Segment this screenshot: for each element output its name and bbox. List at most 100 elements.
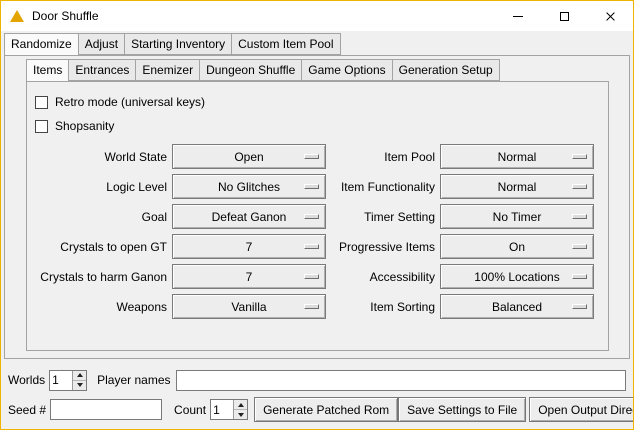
weapons-dropdown[interactable]: Vanilla xyxy=(172,294,326,319)
timer-setting-value: No Timer xyxy=(493,210,542,224)
seed-input[interactable] xyxy=(50,399,162,420)
maximize-icon xyxy=(560,12,569,21)
spin-up-icon xyxy=(238,403,244,407)
item-sorting-value: Balanced xyxy=(492,300,542,314)
menu-indicator-icon xyxy=(304,274,319,279)
player-names-label: Player names xyxy=(97,373,170,387)
crystals-ganon-label: Crystals to harm Ganon xyxy=(35,270,167,284)
logic-level-value: No Glitches xyxy=(218,180,280,194)
save-settings-button[interactable]: Save Settings to File xyxy=(398,397,526,422)
progressive-items-value: On xyxy=(509,240,525,254)
count-spinbox xyxy=(210,399,248,420)
menu-indicator-icon xyxy=(572,304,587,309)
menu-indicator-icon xyxy=(572,244,587,249)
menu-indicator-icon xyxy=(304,154,319,159)
weapons-label: Weapons xyxy=(35,300,167,314)
window-controls xyxy=(495,1,633,31)
open-output-button[interactable]: Open Output Directory xyxy=(529,397,634,422)
menu-indicator-icon xyxy=(304,214,319,219)
item-functionality-label: Item Functionality xyxy=(331,180,435,194)
spin-down-icon xyxy=(238,413,244,417)
spin-up-icon xyxy=(77,373,83,377)
count-label: Count xyxy=(174,403,206,417)
minimize-button[interactable] xyxy=(495,1,541,31)
tab-game-options[interactable]: Game Options xyxy=(301,59,392,81)
accessibility-dropdown[interactable]: 100% Locations xyxy=(440,264,594,289)
menu-indicator-icon xyxy=(572,274,587,279)
weapons-value: Vanilla xyxy=(231,300,266,314)
generate-rom-button[interactable]: Generate Patched Rom xyxy=(254,397,398,422)
menu-indicator-icon xyxy=(304,184,319,189)
item-pool-dropdown[interactable]: Normal xyxy=(440,144,594,169)
minimize-icon xyxy=(513,16,523,17)
accessibility-value: 100% Locations xyxy=(474,270,559,284)
player-names-input[interactable] xyxy=(176,370,627,391)
main-tab-bar: Randomize Adjust Starting Inventory Cust… xyxy=(4,33,633,55)
titlebar: Door Shuffle xyxy=(1,1,633,31)
seed-row: Seed # Count Generate Patched Rom Save S… xyxy=(8,397,626,422)
count-spin-up[interactable] xyxy=(234,400,247,409)
menu-indicator-icon xyxy=(572,214,587,219)
item-sorting-label: Item Sorting xyxy=(331,300,435,314)
world-state-value: Open xyxy=(234,150,263,164)
maximize-button[interactable] xyxy=(541,1,587,31)
tab-randomize[interactable]: Randomize xyxy=(4,33,79,56)
count-spin-buttons xyxy=(233,400,247,419)
tab-items[interactable]: Items xyxy=(26,59,69,82)
count-input[interactable] xyxy=(211,400,233,419)
shopsanity-row: Shopsanity xyxy=(35,114,608,138)
menu-indicator-icon xyxy=(304,304,319,309)
crystals-gt-value: 7 xyxy=(246,240,253,254)
crystals-ganon-dropdown[interactable]: 7 xyxy=(172,264,326,289)
seed-label: Seed # xyxy=(8,403,46,417)
tab-enemizer[interactable]: Enemizer xyxy=(135,59,200,81)
window-title: Door Shuffle xyxy=(32,9,99,23)
retro-mode-label: Retro mode (universal keys) xyxy=(55,95,205,109)
count-spin-down[interactable] xyxy=(234,409,247,419)
tab-starting-inventory[interactable]: Starting Inventory xyxy=(124,33,232,55)
timer-setting-label: Timer Setting xyxy=(331,210,435,224)
item-sorting-dropdown[interactable]: Balanced xyxy=(440,294,594,319)
menu-indicator-icon xyxy=(304,244,319,249)
options-grid: World State Open Item Pool Normal Logic … xyxy=(35,144,608,319)
crystals-gt-label: Crystals to open GT xyxy=(35,240,167,254)
worlds-spin-buttons xyxy=(72,371,86,390)
tab-generation-setup[interactable]: Generation Setup xyxy=(392,59,500,81)
worlds-label: Worlds xyxy=(8,373,45,387)
world-state-label: World State xyxy=(35,150,167,164)
app-window: Door Shuffle Randomize Adjust Starting I… xyxy=(0,0,634,430)
crystals-gt-dropdown[interactable]: 7 xyxy=(172,234,326,259)
retro-mode-row: Retro mode (universal keys) xyxy=(35,90,608,114)
item-pool-label: Item Pool xyxy=(331,150,435,164)
goal-value: Defeat Ganon xyxy=(212,210,287,224)
crystals-ganon-value: 7 xyxy=(246,270,253,284)
logic-level-label: Logic Level xyxy=(35,180,167,194)
worlds-spin-down[interactable] xyxy=(73,380,86,390)
worlds-spin-up[interactable] xyxy=(73,371,86,380)
close-icon xyxy=(605,11,616,22)
shopsanity-checkbox[interactable] xyxy=(35,120,48,133)
close-button[interactable] xyxy=(587,1,633,31)
timer-setting-dropdown[interactable]: No Timer xyxy=(440,204,594,229)
randomize-tab-bar: Items Entrances Enemizer Dungeon Shuffle… xyxy=(26,59,609,81)
progressive-items-dropdown[interactable]: On xyxy=(440,234,594,259)
spin-down-icon xyxy=(77,383,83,387)
randomize-pane: Items Entrances Enemizer Dungeon Shuffle… xyxy=(4,55,630,359)
worlds-spinbox xyxy=(49,370,87,391)
world-state-dropdown[interactable]: Open xyxy=(172,144,326,169)
tab-dungeon-shuffle[interactable]: Dungeon Shuffle xyxy=(199,59,302,81)
goal-label: Goal xyxy=(35,210,167,224)
goal-dropdown[interactable]: Defeat Ganon xyxy=(172,204,326,229)
menu-indicator-icon xyxy=(572,184,587,189)
worlds-row: Worlds Player names xyxy=(8,369,626,391)
retro-mode-checkbox[interactable] xyxy=(35,96,48,109)
worlds-input[interactable] xyxy=(50,371,72,390)
tab-adjust[interactable]: Adjust xyxy=(78,33,125,55)
tab-custom-item-pool[interactable]: Custom Item Pool xyxy=(231,33,340,55)
item-pool-value: Normal xyxy=(498,150,537,164)
progressive-items-label: Progressive Items xyxy=(331,240,435,254)
logic-level-dropdown[interactable]: No Glitches xyxy=(172,174,326,199)
app-icon xyxy=(10,10,24,22)
tab-entrances[interactable]: Entrances xyxy=(68,59,136,81)
item-functionality-dropdown[interactable]: Normal xyxy=(440,174,594,199)
